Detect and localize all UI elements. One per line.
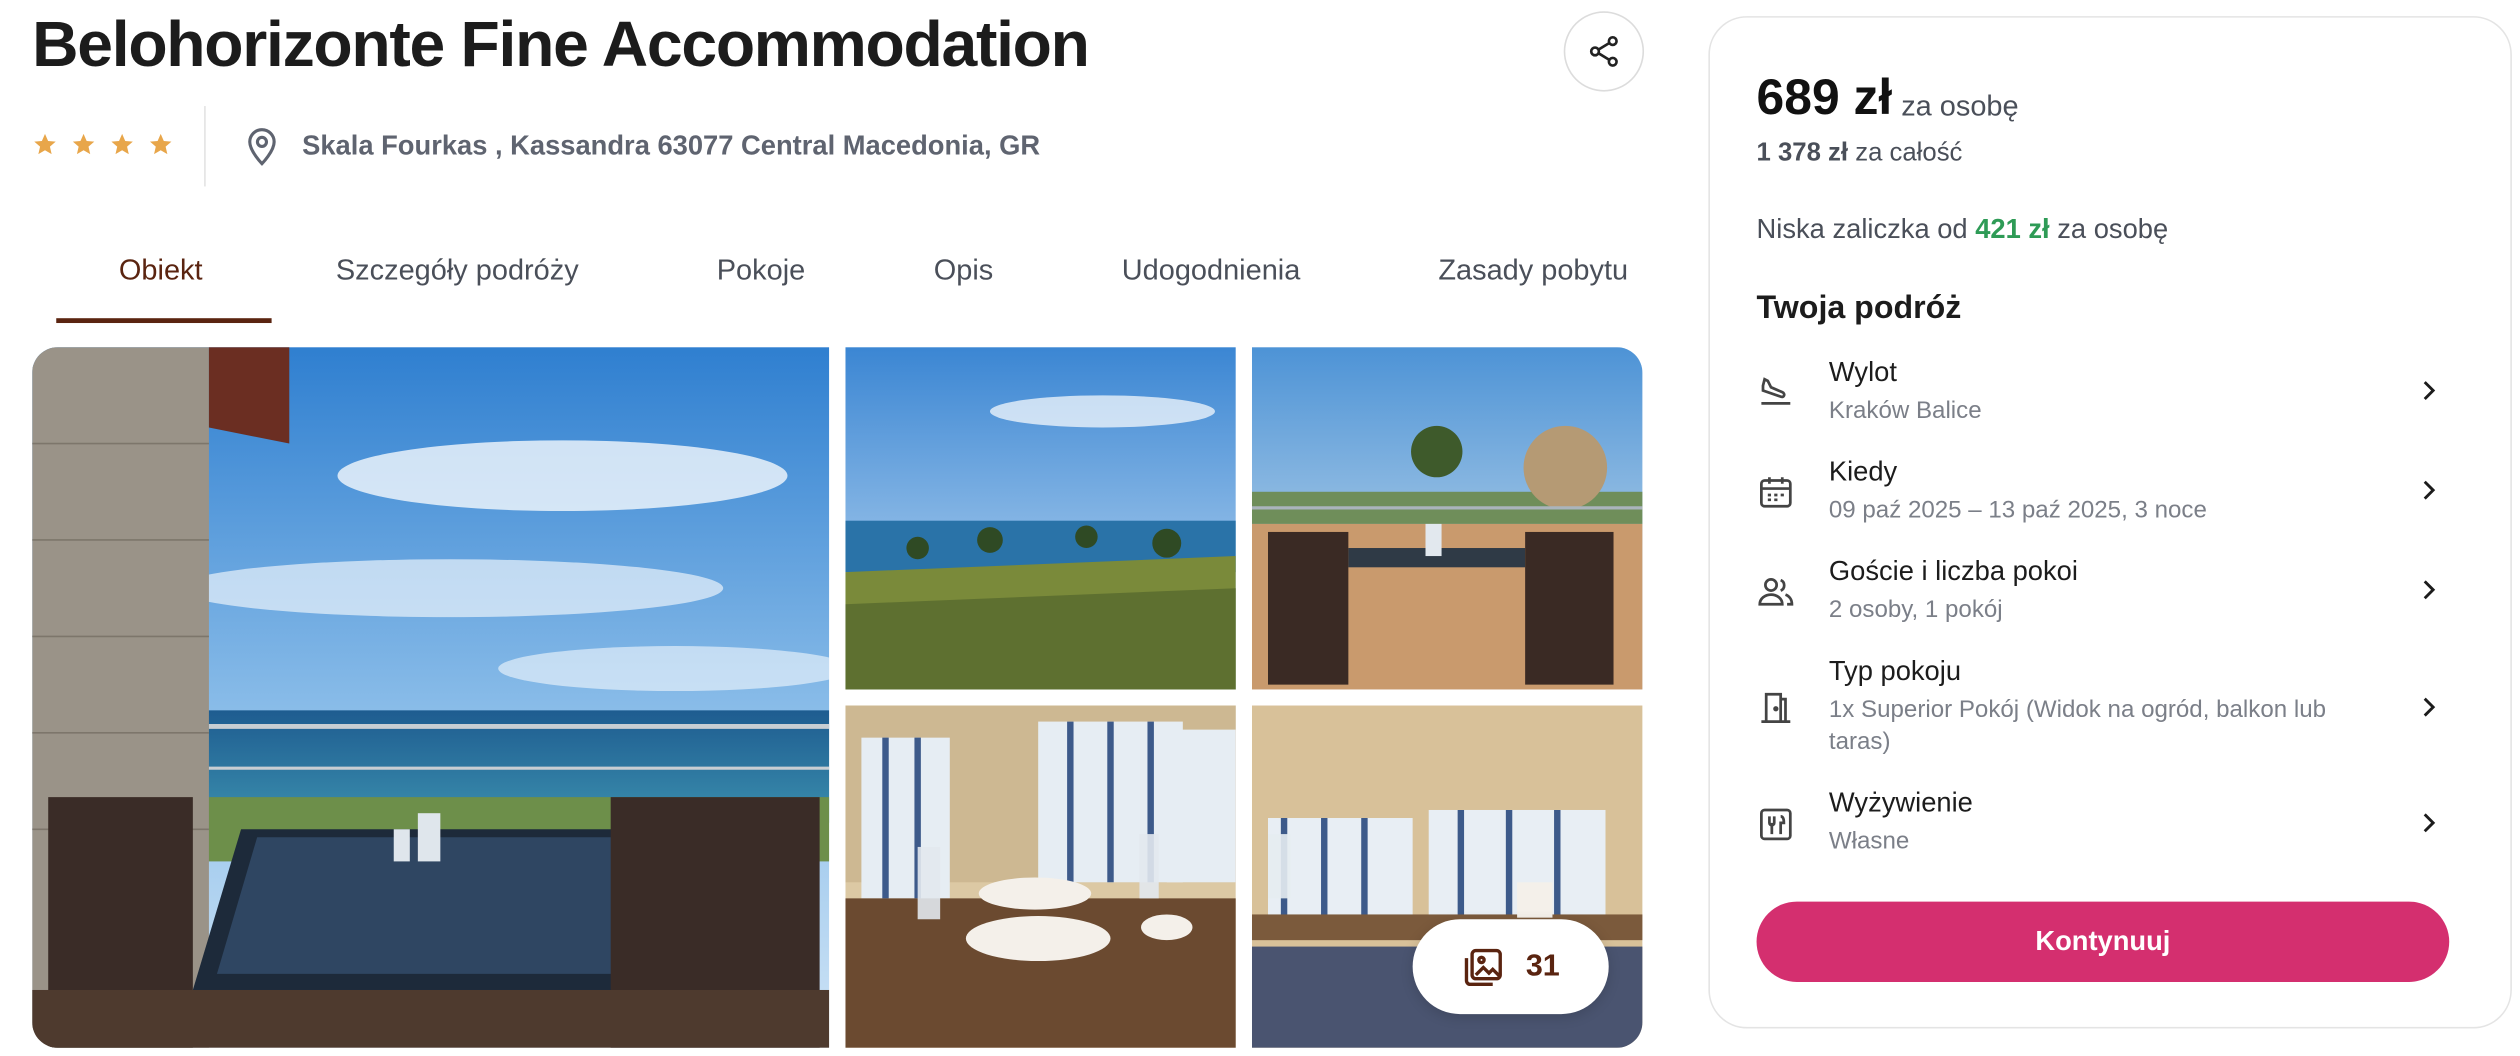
trip-row-value: 09 paź 2025 – 13 paź 2025, 3 noce (1828, 496, 2207, 524)
calendar-icon (1760, 477, 1792, 508)
gallery-count: 31 (1525, 948, 1560, 983)
tab-obiekt[interactable]: Obiekt (119, 254, 203, 288)
tab-szczegoly-podrozy[interactable]: Szczegóły podróży (336, 254, 579, 288)
star-icon (34, 133, 56, 155)
trip-row-value: 2 osoby, 1 pokój (1828, 596, 2003, 624)
chevron-right-icon[interactable] (2414, 476, 2443, 505)
hotel-address[interactable]: Skala Fourkas , Kassandra 63077 Central … (302, 130, 1040, 162)
deposit-amount: 421 zł (1975, 213, 2050, 245)
gallery-count-button[interactable]: 31 (1412, 919, 1609, 1015)
star-icon (72, 133, 95, 155)
active-tab-indicator (56, 318, 272, 324)
share-icon (1589, 35, 1618, 67)
gallery-photo-garden[interactable] (845, 347, 1236, 690)
trip-row-title: Wyżywienie (1828, 787, 1973, 819)
tab-zasady-pobytu[interactable]: Zasady pobytu (1438, 254, 1628, 288)
trip-row-value: Kraków Balice (1828, 396, 1982, 425)
trip-row-title: Typ pokoju (1828, 655, 1962, 687)
gallery-main-photo[interactable] (32, 347, 830, 1048)
tab-pokoje[interactable]: Pokoje (717, 254, 805, 288)
star-icon (111, 133, 133, 155)
share-button[interactable] (1563, 11, 1645, 92)
location-pin-icon (248, 128, 276, 166)
trip-row-value: 1x Superior Pokój (Widok na ogród, balko… (1828, 695, 2327, 756)
price-unit: za osobę (1901, 89, 2019, 123)
total-price: 1 378 zł za całość (1757, 140, 1963, 169)
gallery-photo-terrace[interactable] (1251, 347, 1643, 690)
star-icon (149, 133, 172, 155)
tab-udogodnienia[interactable]: Udogodnienia (1122, 254, 1301, 288)
price-per-person: 689 zł (1756, 69, 1893, 126)
deposit-suffix: za osobę (2057, 213, 2169, 245)
fork-knife-icon (1760, 808, 1792, 841)
tab-opis[interactable]: Opis (934, 254, 993, 288)
trip-row-title: Kiedy (1828, 456, 1898, 487)
chevron-right-icon[interactable] (2414, 575, 2443, 604)
deposit-prefix: Niska zaliczka od (1756, 213, 1968, 245)
continue-button[interactable]: Kontynuuj (1756, 901, 2450, 982)
star-rating (32, 132, 173, 158)
trip-heading: Twoja podróż (1756, 290, 1962, 327)
trip-row-value: Własne (1828, 827, 1910, 855)
page-title: Belohorizonte Fine Accommodation (32, 9, 1090, 81)
total-label: za całość (1855, 139, 1963, 168)
trip-row-title: Wylot (1828, 356, 1897, 388)
people-icon (1758, 577, 1794, 606)
chevron-right-icon[interactable] (2414, 693, 2443, 722)
divider (204, 106, 206, 187)
deposit-info: Niska zaliczka od 421 zł za osobę (1757, 214, 2169, 246)
plane-landing-icon (1761, 377, 1791, 405)
gallery-photo-table[interactable] (845, 705, 1236, 1048)
chevron-right-icon[interactable] (2414, 808, 2443, 837)
trip-row-title: Goście i liczba pokoi (1828, 556, 2078, 587)
gallery-icon (1465, 948, 1503, 986)
chevron-right-icon[interactable] (2414, 376, 2443, 405)
door-icon (1761, 692, 1791, 723)
total-amount: 1 378 zł (1756, 139, 1849, 168)
